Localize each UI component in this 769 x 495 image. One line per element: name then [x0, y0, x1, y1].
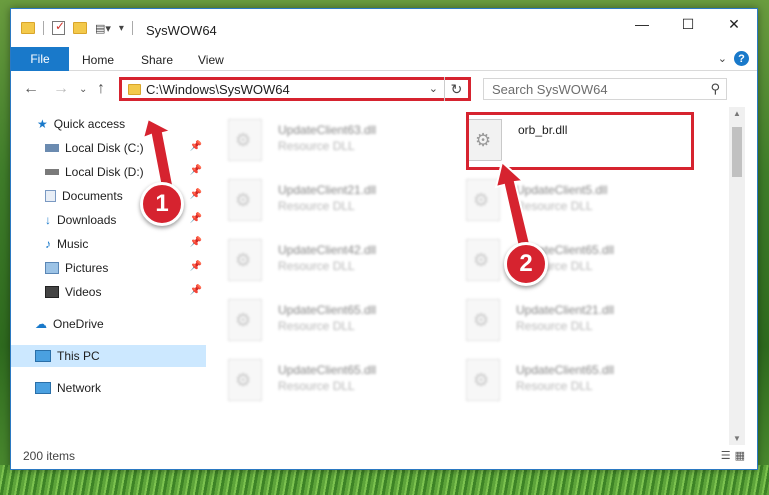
arrow-1: [141, 117, 176, 194]
step-2-badge: 2: [504, 242, 548, 286]
annotation-arrows: [141, 117, 533, 253]
step-1-badge: 1: [140, 182, 184, 226]
arrow-2: [494, 160, 533, 253]
